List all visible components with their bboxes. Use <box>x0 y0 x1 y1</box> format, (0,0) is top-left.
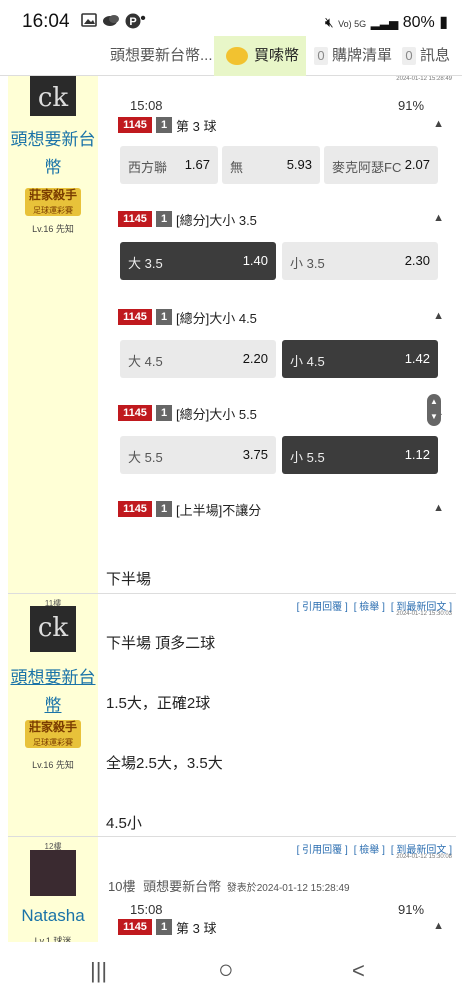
market-row[interactable]: 1145 1 [上半場]不讓分 ▲ <box>118 498 448 522</box>
post-text: 全場2.5大，3.5大 <box>106 755 223 772</box>
weather-icon <box>102 13 120 31</box>
post-timestamp: 2024-01-12 15:30:03 <box>396 611 452 617</box>
signal-icon: ▂▃▅ <box>370 16 399 30</box>
odds-option[interactable]: 小 5.5 1.12 <box>282 436 438 474</box>
odds-option[interactable]: 無 5.93 <box>222 146 320 184</box>
odds-option[interactable]: 大 3.5 1.40 <box>120 242 276 280</box>
market-row[interactable]: 1145 1 [總分]大小 5.5 ▲ <box>118 402 448 426</box>
chevron-up-icon[interactable]: ▲ <box>433 118 444 130</box>
user-level: Lv.1 球迷 <box>34 936 72 942</box>
chevron-up-icon[interactable]: ▲ <box>433 310 444 322</box>
top-tabs: 頭想要新台幣... 買嗦幣 0 購牌清單 0 訊息 <box>0 36 462 76</box>
post-author[interactable]: 頭想要新台幣 <box>8 664 98 720</box>
user-level: Lv.16 先知 <box>32 760 74 770</box>
recent-apps-button[interactable]: ||| <box>90 958 107 984</box>
post-author[interactable]: Natasha <box>8 902 98 930</box>
market-row[interactable]: 1145 1 第 3 球 ▲ <box>118 114 448 138</box>
system-nav-bar: ||| ○ < <box>0 942 462 1000</box>
tab-messages[interactable]: 0 訊息 <box>398 36 460 76</box>
battery-icon: ▮ <box>439 14 448 31</box>
status-time: 16:04 <box>22 11 70 32</box>
tab-buy-coins[interactable]: 買嗦幣 <box>214 36 306 76</box>
post-text: 1.5大，正確2球 <box>106 695 211 712</box>
quote-reply-link[interactable]: [ 引用回覆 ] <box>297 602 348 613</box>
badge-icon: 莊家殺手 足球運彩賽 <box>25 188 81 216</box>
post-text: 下半場 頂多二球 <box>106 635 216 652</box>
mute-icon: 🔇︎ <box>324 14 334 30</box>
report-link[interactable]: [ 檢舉 ] <box>354 602 385 613</box>
odds-option[interactable]: 西方聯 1.67 <box>120 146 218 184</box>
odds-option[interactable]: 小 3.5 2.30 <box>282 242 438 280</box>
avatar[interactable]: ck <box>30 606 76 652</box>
status-right: 🔇︎ Vo) 5G ▂▃▅ 80% ▮ <box>324 14 448 31</box>
odds-option[interactable]: 小 4.5 1.42 <box>282 340 438 378</box>
post-timestamp: 2024-01-12 15:30:08 <box>396 854 452 860</box>
odds-option[interactable]: 大 4.5 2.20 <box>120 340 276 378</box>
market-row[interactable]: 1145 1 第 3 球 ▲ <box>118 916 448 940</box>
home-button[interactable]: ○ <box>218 954 234 985</box>
tab-cart[interactable]: 0 購牌清單 <box>310 36 394 76</box>
quote-header: 10樓 頭想要新台幣 發表於2024-01-12 15:28:49 <box>108 879 350 894</box>
report-link[interactable]: [ 檢舉 ] <box>354 845 385 856</box>
inner-battery: 91% <box>398 98 425 113</box>
avatar[interactable]: ck <box>30 76 76 116</box>
odds-option[interactable]: 麥克阿瑟FC 2.07 <box>324 146 438 184</box>
odds-option[interactable]: 大 5.5 3.75 <box>120 436 276 474</box>
coin-icon <box>226 47 248 66</box>
scroll-handle[interactable]: ▲ ▼ <box>427 394 441 426</box>
tab-thread[interactable]: 頭想要新台幣... <box>98 36 212 76</box>
inner-status-time: 15:08 <box>130 902 163 917</box>
chevron-up-icon[interactable]: ▲ <box>433 502 444 514</box>
inner-battery: 91% <box>398 902 425 917</box>
chevron-up-icon[interactable]: ▲ <box>433 920 444 932</box>
dot-icon: • <box>140 10 146 27</box>
inner-status-time: 15:08 <box>130 98 163 113</box>
post-text: 下半場 <box>106 571 152 588</box>
market-row[interactable]: 1145 1 [總分]大小 4.5 ▲ <box>118 306 448 330</box>
user-level: Lv.16 先知 <box>32 224 74 234</box>
quote-reply-link[interactable]: [ 引用回覆 ] <box>297 845 348 856</box>
post-timestamp: 2024-01-12 15:28:49 <box>396 76 452 82</box>
badge-icon: 莊家殺手 足球運彩賽 <box>25 720 81 748</box>
back-button[interactable]: < <box>352 958 365 984</box>
market-row[interactable]: 1145 1 [總分]大小 3.5 ▲ <box>118 208 448 232</box>
avatar[interactable] <box>30 850 76 896</box>
gallery-icon <box>80 13 98 31</box>
battery-percent: 80% <box>402 14 435 31</box>
thread-content: ck 頭想要新台幣 莊家殺手 足球運彩賽 Lv.16 先知 2024-01-12 … <box>0 76 462 942</box>
post-author[interactable]: 頭想要新台幣 <box>8 126 98 182</box>
chevron-up-icon[interactable]: ▲ <box>433 212 444 224</box>
post-text: 4.5小 <box>106 815 142 832</box>
